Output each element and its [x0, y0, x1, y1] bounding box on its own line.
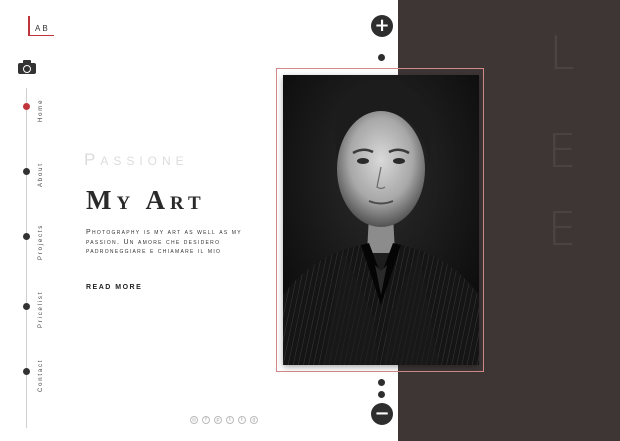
tumblr-icon[interactable]: t — [238, 416, 246, 424]
logo-text: AB — [35, 24, 50, 33]
nav-dot-home[interactable] — [23, 103, 30, 110]
logo[interactable]: AB — [28, 16, 54, 36]
side-letter-1: L — [549, 26, 575, 80]
minus-button[interactable]: − — [371, 403, 393, 425]
logo-underline — [28, 35, 54, 36]
nav-dot-projects[interactable] — [23, 233, 30, 240]
nav-dot-pricelist[interactable] — [23, 303, 30, 310]
instagram-icon[interactable]: ◎ — [190, 416, 198, 424]
google-plus-icon[interactable]: g — [250, 416, 258, 424]
plus-button[interactable]: + — [371, 15, 393, 37]
portrait-photo — [283, 75, 479, 365]
nav-label-about[interactable]: About — [38, 162, 44, 187]
nav-dot-about[interactable] — [23, 168, 30, 175]
slider-dot-2[interactable] — [378, 391, 385, 398]
nav-label-home[interactable]: Home — [38, 99, 44, 122]
nav-dot-contact[interactable] — [23, 368, 30, 375]
twitter-icon[interactable]: t — [226, 416, 234, 424]
nav-label-projects[interactable]: Projects — [38, 224, 44, 260]
side-letter-2: E — [547, 124, 577, 178]
hero-subtitle: Passione — [84, 150, 189, 169]
hero-text: Photography is my art as well as my pass… — [86, 229, 242, 255]
nav-label-pricelist[interactable]: Pricelist — [38, 291, 44, 328]
side-letter-3: E — [547, 202, 577, 256]
read-more-link[interactable]: read more — [86, 284, 142, 291]
facebook-icon[interactable]: f — [202, 416, 210, 424]
nav-label-contact[interactable]: Contact — [38, 359, 44, 392]
nav-line — [26, 88, 27, 428]
slider-dot-top[interactable] — [378, 54, 385, 61]
pinterest-icon[interactable]: p — [214, 416, 222, 424]
slider-dot-1[interactable] — [378, 379, 385, 386]
logo-bar — [28, 16, 30, 36]
camera-icon[interactable] — [18, 60, 36, 74]
hero-title: My Art — [86, 185, 206, 215]
